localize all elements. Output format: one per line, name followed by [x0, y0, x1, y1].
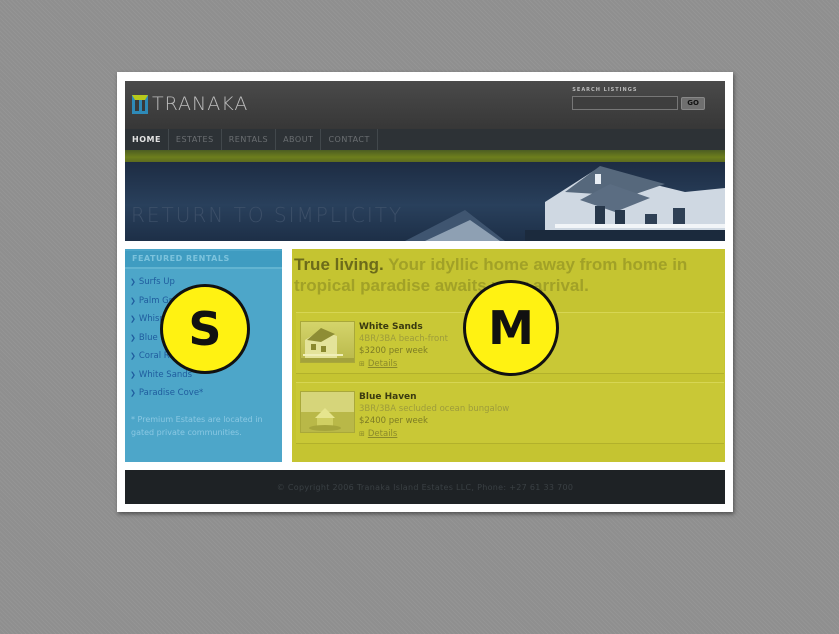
nav-item-about[interactable]: ABOUT: [276, 129, 322, 150]
listing-card: Blue Haven 3BR/3BA secluded ocean bungal…: [296, 382, 724, 444]
search-box: SEARCH LISTINGS GO: [572, 87, 705, 110]
sidebar-item-label: White Sands: [138, 369, 193, 380]
listing-info: White Sands 4BR/3BA beach-front $3200 pe…: [359, 322, 448, 370]
details-link-label: Details: [367, 429, 398, 439]
premium-note: * Premium Estates are located in gated p…: [131, 414, 263, 437]
details-link[interactable]: ⊞ Details: [359, 358, 448, 370]
site-header: TRANAKA SEARCH LISTINGS GO: [125, 81, 725, 129]
site-footer: © Copyright 2006 Tranaka Island Estates …: [125, 470, 725, 504]
details-link-label: Details: [367, 359, 398, 369]
arrow-right-icon: ❯: [130, 315, 136, 324]
logo-mark-icon: [132, 94, 148, 114]
headline-lead: True living.: [294, 255, 384, 274]
search-label: SEARCH LISTINGS: [572, 87, 638, 93]
listing-thumbnail[interactable]: [300, 391, 355, 433]
nav-item-rentals[interactable]: RENTALS: [222, 129, 277, 150]
arrow-right-icon: ❯: [130, 278, 136, 287]
sidebar-item-label: Paradise Cove*: [138, 388, 204, 399]
listing-name[interactable]: White Sands: [359, 322, 448, 334]
sidebar-region-marker: S: [160, 284, 250, 374]
arrow-right-icon: ❯: [130, 352, 136, 361]
site-logo[interactable]: TRANAKA: [132, 93, 248, 115]
plus-box-icon: ⊞: [359, 430, 365, 438]
main-region-marker: M: [463, 280, 559, 376]
main-nav: HOME ESTATES RENTALS ABOUT CONTACT: [125, 129, 725, 150]
listing-name[interactable]: Blue Haven: [359, 392, 509, 404]
nav-item-home[interactable]: HOME: [125, 129, 169, 150]
sidebar-heading: FEATURED RENTALS: [125, 251, 282, 269]
sidebar-item-label: Surfs Up: [138, 277, 175, 288]
house-illustration: [405, 166, 725, 241]
details-link[interactable]: ⊞ Details: [359, 428, 509, 440]
plus-box-icon: ⊞: [359, 360, 365, 368]
arrow-right-icon: ❯: [130, 389, 136, 398]
copyright-text: © Copyright 2006 Tranaka Island Estates …: [276, 482, 574, 492]
accent-stripe: [125, 150, 725, 162]
hero-banner: RETURN TO SIMPLICITY: [125, 162, 725, 241]
arrow-right-icon: ❯: [130, 333, 136, 342]
listing-price: $2400 per week: [359, 416, 428, 426]
listing-info: Blue Haven 3BR/3BA secluded ocean bungal…: [359, 392, 509, 440]
listing-description: 4BR/3BA beach-front: [359, 334, 448, 344]
search-go-button[interactable]: GO: [681, 96, 705, 110]
listing-description: 3BR/3BA secluded ocean bungalow: [359, 404, 510, 414]
logo-text: TRANAKA: [152, 93, 249, 115]
nav-item-estates[interactable]: ESTATES: [169, 129, 222, 150]
listing-price: $3200 per week: [359, 346, 428, 356]
sidebar-item-paradise-cove[interactable]: ❯ Paradise Cove*: [130, 384, 277, 403]
arrow-right-icon: ❯: [130, 296, 136, 305]
hero-tagline: RETURN TO SIMPLICITY: [131, 203, 404, 227]
arrow-right-icon: ❯: [130, 370, 136, 379]
listing-thumbnail[interactable]: [300, 321, 355, 363]
nav-item-contact[interactable]: CONTACT: [321, 129, 378, 150]
search-input[interactable]: [572, 96, 679, 110]
